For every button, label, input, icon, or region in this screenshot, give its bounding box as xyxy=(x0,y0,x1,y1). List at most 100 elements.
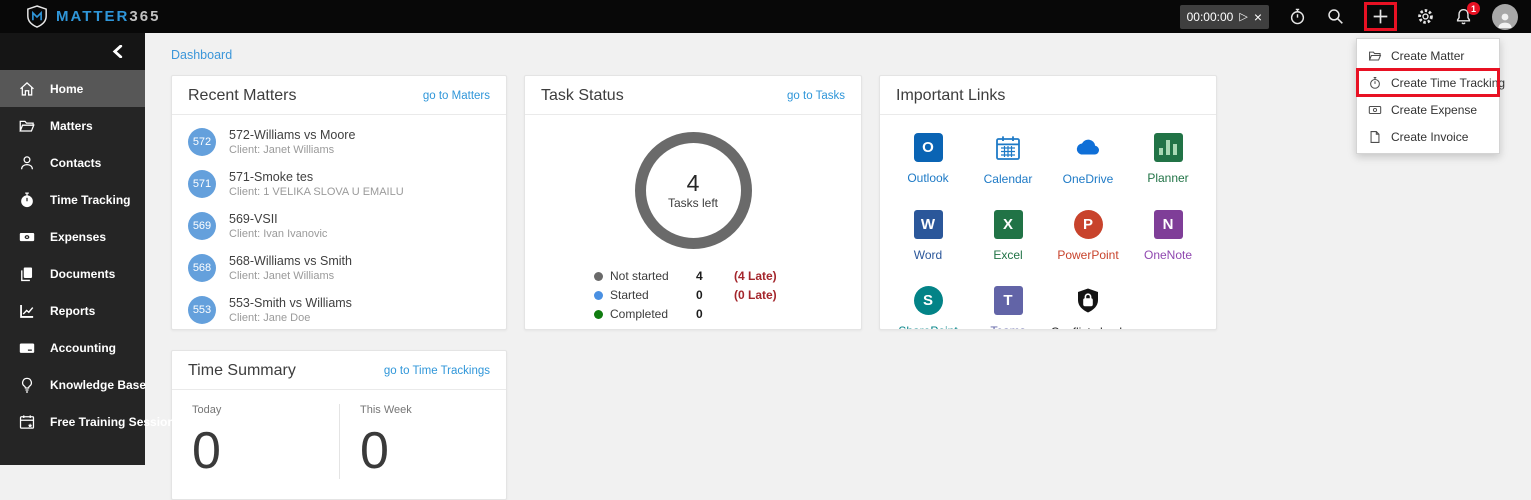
link-powerpoint[interactable]: P PowerPoint xyxy=(1048,210,1128,262)
sidebar-item-expenses[interactable]: Expenses xyxy=(0,218,145,255)
sidebar-nav: Home Matters Contacts Time Tracking Expe… xyxy=(0,33,175,465)
lightbulb-icon xyxy=(18,376,36,394)
timer-close-button[interactable]: × xyxy=(1254,10,1262,24)
sidebar-collapse-button[interactable] xyxy=(0,33,145,70)
matter-number-badge: 571 xyxy=(188,170,216,198)
link-outlook[interactable]: O Outlook xyxy=(888,133,968,186)
conflict-check-shield-icon xyxy=(1078,288,1098,313)
matter-row[interactable]: 568 568-Williams vs Smith Client: Janet … xyxy=(172,247,506,289)
search-icon[interactable] xyxy=(1326,7,1345,26)
menu-item-create-time-tracking[interactable]: Create Time Tracking xyxy=(1356,68,1505,97)
sidebar-item-contacts[interactable]: Contacts xyxy=(0,144,145,181)
time-summary-card: Time Summary go to Time Trackings Today … xyxy=(171,350,507,500)
not-started-dot xyxy=(594,271,603,281)
link-onenote[interactable]: N OneNote xyxy=(1128,210,1208,262)
tasks-legend: Not started 4 (4 Late) Started 0 (0 Late… xyxy=(594,269,792,321)
matter-name: 553-Smith vs Williams xyxy=(229,296,352,310)
powerpoint-icon: P xyxy=(1073,210,1103,239)
app-title: MATTER365 xyxy=(56,8,161,25)
today-hours-value: 0 xyxy=(192,422,221,480)
important-links-card: Important Links O Outlook Calendar OneDr… xyxy=(879,75,1217,330)
banknote-icon xyxy=(18,228,36,246)
chart-icon xyxy=(18,302,36,320)
notification-count-badge: 1 xyxy=(1467,2,1480,15)
stopwatch-icon xyxy=(1368,76,1382,90)
matter-name: 572-Williams vs Moore xyxy=(229,128,356,142)
time-summary-title: Time Summary xyxy=(188,362,296,379)
menu-item-create-invoice[interactable]: Create Invoice xyxy=(1357,123,1499,150)
link-calendar[interactable]: Calendar xyxy=(968,133,1048,186)
task-status-card: Task Status go to Tasks 4 Tasks left Not… xyxy=(524,75,862,330)
onenote-icon: N xyxy=(1153,210,1183,239)
matter-number-badge: 553 xyxy=(188,296,216,324)
matter-name: 571-Smoke tes xyxy=(229,170,314,184)
calendar-icon xyxy=(996,136,1020,160)
sidebar-item-reports[interactable]: Reports xyxy=(0,292,145,329)
word-icon: W xyxy=(913,210,943,239)
folder-icon xyxy=(18,117,36,135)
link-word[interactable]: W Word xyxy=(888,210,968,262)
matter-row[interactable]: 571 571-Smoke tes Client: 1 VELIKA SLOVA… xyxy=(172,163,506,205)
go-to-time-trackings-link[interactable]: go to Time Trackings xyxy=(384,365,490,377)
breadcrumb-dashboard[interactable]: Dashboard xyxy=(171,48,232,62)
outlook-icon: O xyxy=(913,133,943,162)
timer-play-button[interactable]: ▷ xyxy=(1239,10,1247,23)
link-teams[interactable]: T Teams xyxy=(968,286,1048,329)
teams-icon: T xyxy=(993,286,1023,315)
link-onedrive[interactable]: OneDrive xyxy=(1048,133,1128,186)
matter-number-badge: 572 xyxy=(188,128,216,156)
time-summary-today: Today 0 xyxy=(172,404,339,479)
card-icon xyxy=(18,339,36,357)
matter-client: Client: 1 VELIKA SLOVA U EMAILU xyxy=(229,186,404,198)
tasks-left-label: Tasks left xyxy=(667,196,718,211)
stopwatch-icon xyxy=(18,191,36,209)
menu-item-create-matter[interactable]: Create Matter xyxy=(1357,42,1499,69)
sidebar-item-knowledge-base[interactable]: Knowledge Base xyxy=(0,366,146,403)
settings-gear-icon[interactable] xyxy=(1416,7,1435,26)
started-dot xyxy=(594,290,603,300)
app-logo[interactable]: MATTER365 xyxy=(0,4,161,29)
sidebar-item-documents[interactable]: Documents xyxy=(0,255,145,292)
matter-row[interactable]: 569 569-VSII Client: Ivan Ivanovic xyxy=(172,205,506,247)
matter-row[interactable]: 572 572-Williams vs Moore Client: Janet … xyxy=(172,121,506,163)
sidebar-item-free-training-session[interactable]: Free Training Session xyxy=(0,403,175,440)
link-planner[interactable]: Planner xyxy=(1128,133,1208,186)
matter-client: Client: Janet Williams xyxy=(229,144,335,156)
user-avatar[interactable] xyxy=(1492,3,1518,30)
menu-item-create-expense[interactable]: Create Expense xyxy=(1357,96,1499,123)
matter-client: Client: Janet Williams xyxy=(229,270,335,282)
home-icon xyxy=(18,80,36,98)
time-summary-this-week: This Week 0 xyxy=(339,404,506,479)
matter-number-badge: 569 xyxy=(188,212,216,240)
document-icon xyxy=(1368,130,1382,144)
sidebar-item-accounting[interactable]: Accounting xyxy=(0,329,145,366)
create-button-highlight-box xyxy=(1364,2,1397,31)
person-icon xyxy=(18,154,36,172)
matter-row[interactable]: 553 553-Smith vs Williams Client: Jane D… xyxy=(172,289,506,329)
tasks-left-count: 4 xyxy=(686,169,700,196)
sidebar-item-matters[interactable]: Matters xyxy=(0,107,145,144)
folder-icon xyxy=(1368,49,1382,63)
go-to-tasks-link[interactable]: go to Tasks xyxy=(787,90,845,102)
stopwatch-icon[interactable] xyxy=(1288,7,1307,26)
sidebar-item-time-tracking[interactable]: Time Tracking xyxy=(0,181,145,218)
create-dropdown-menu: Create Matter Create Time Tracking Creat… xyxy=(1356,38,1505,154)
link-excel[interactable]: X Excel xyxy=(968,210,1048,262)
calendar-star-icon xyxy=(18,413,36,431)
plus-create-button[interactable] xyxy=(1370,6,1391,27)
sidebar-item-home[interactable]: Home xyxy=(0,70,145,107)
timer-value: 00:00:00 xyxy=(1186,9,1234,24)
matter-client: Client: Jane Doe xyxy=(229,312,311,324)
go-to-matters-link[interactable]: go to Matters xyxy=(423,90,490,102)
recent-matters-card: Recent Matters go to Matters 572 572-Wil… xyxy=(171,75,507,330)
link-conflict-check[interactable]: Conflict check xyxy=(1048,286,1128,329)
documents-icon xyxy=(18,265,36,283)
sharepoint-icon: S xyxy=(913,286,943,315)
link-sharepoint[interactable]: S SharePoint xyxy=(888,286,968,329)
timer-display: 00:00:00 ▷ × xyxy=(1179,4,1269,29)
planner-icon xyxy=(1153,133,1183,162)
matter-name: 569-VSII xyxy=(229,212,278,226)
shield-logo-icon xyxy=(27,4,47,28)
important-links-title: Important Links xyxy=(896,87,1006,104)
recent-matters-title: Recent Matters xyxy=(188,87,297,104)
